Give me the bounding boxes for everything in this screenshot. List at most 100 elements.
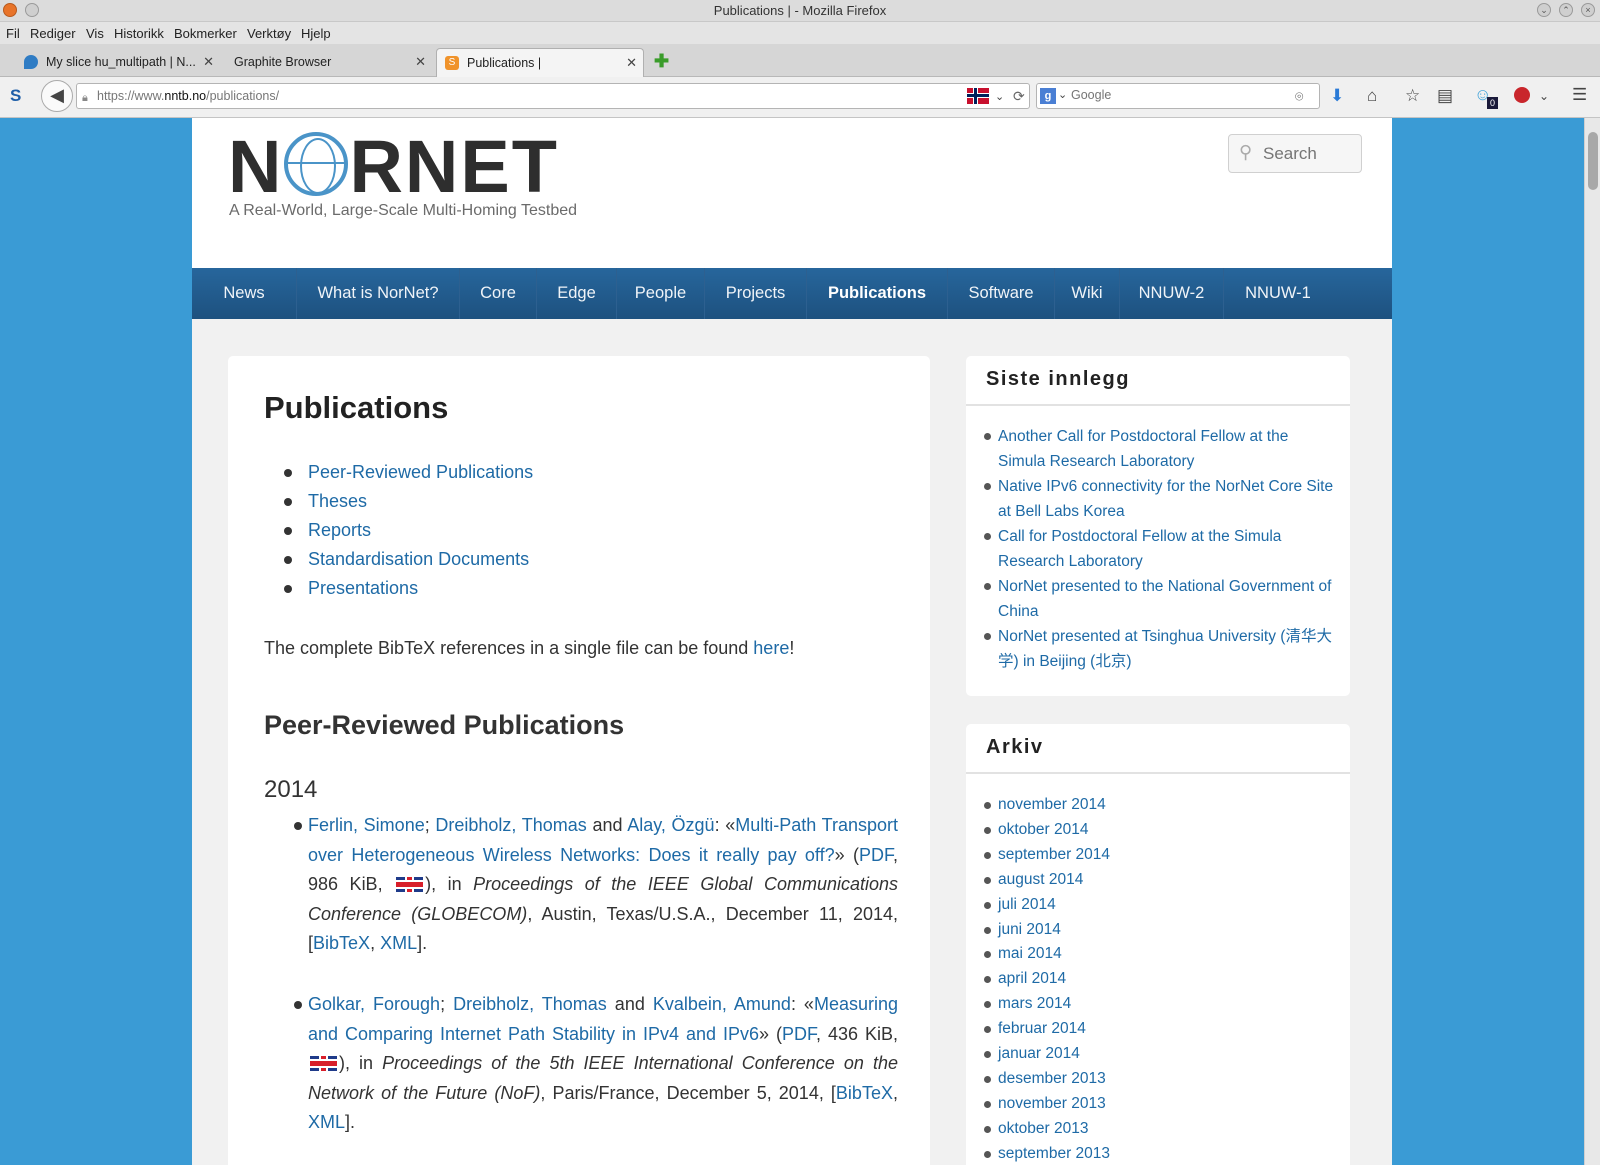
tab-publications[interactable]: S Publications | ✕ (436, 48, 644, 77)
tab-my-slice[interactable]: My slice hu_multipath | N... ✕ (16, 48, 220, 77)
nav-nnuw-2[interactable]: NNUW-2 (1120, 268, 1224, 319)
author-link[interactable]: Ferlin, Simone (308, 815, 425, 835)
archive-link[interactable]: april 2014 (984, 967, 1338, 992)
nav-wiki[interactable]: Wiki (1055, 268, 1120, 319)
tab-close-icon[interactable]: ✕ (203, 54, 214, 70)
nav-what-is-nornet[interactable]: What is NorNet? (297, 268, 460, 319)
author-link[interactable]: Alay, Özgü (627, 815, 714, 835)
chevron-down-icon[interactable]: ⌄ (995, 87, 1004, 107)
archive-link[interactable]: desember 2013 (984, 1067, 1338, 1092)
menu-tools[interactable]: Verktøy (247, 26, 291, 41)
author-link[interactable]: Dreibholz, Thomas (435, 815, 586, 835)
bibtex-link[interactable]: BibTeX (313, 933, 370, 953)
menu-bookmarks[interactable]: Bokmerker (174, 26, 237, 41)
toc-link-presentations[interactable]: Presentations (283, 574, 533, 603)
archive-link[interactable]: oktober 2014 (984, 818, 1338, 843)
home-icon[interactable]: ⌂ (1367, 86, 1377, 106)
scrollbar-thumb[interactable] (1588, 132, 1598, 190)
norway-flag-icon[interactable] (967, 88, 989, 104)
archive-link[interactable]: januar 2014 (984, 1042, 1338, 1067)
recent-post-link[interactable]: Call for Postdoctoral Fellow at the Simu… (984, 524, 1338, 574)
maximize-button[interactable]: ⌃ (1559, 3, 1573, 17)
nornet-logo[interactable]: N RNET (228, 130, 559, 204)
archive-link[interactable]: mai 2014 (984, 942, 1338, 967)
nav-news[interactable]: News (192, 268, 297, 319)
bookmark-star-icon[interactable]: ☆ (1405, 86, 1420, 106)
drupal-icon (24, 55, 38, 69)
menu-view[interactable]: Vis (86, 26, 104, 41)
site-search-box[interactable]: ⚲ (1228, 134, 1362, 173)
archive-link[interactable]: juni 2014 (984, 918, 1338, 943)
menu-file[interactable]: Fil (6, 26, 20, 41)
author-link[interactable]: Golkar, Forough (308, 994, 440, 1014)
archive-link[interactable]: juli 2014 (984, 893, 1338, 918)
recent-post-link[interactable]: NorNet presented to the National Governm… (984, 574, 1338, 624)
widget-divider (966, 404, 1350, 406)
reading-list-icon[interactable]: ▤ (1437, 86, 1453, 106)
back-arrow-icon[interactable]: ◀ (41, 80, 73, 112)
menu-edit[interactable]: Rediger (30, 26, 76, 41)
toc-link-standardisation[interactable]: Standardisation Documents (283, 545, 533, 574)
toc-link-peer-reviewed[interactable]: Peer-Reviewed Publications (283, 458, 533, 487)
archive-link[interactable]: september 2014 (984, 843, 1338, 868)
pdf-link[interactable]: PDF (782, 1024, 816, 1044)
archive-link[interactable]: februar 2014 (984, 1017, 1338, 1042)
tab-close-icon[interactable]: ✕ (415, 54, 426, 70)
recent-post-link[interactable]: Another Call for Postdoctoral Fellow at … (984, 424, 1338, 474)
recent-post-link[interactable]: NorNet presented at Tsinghua University … (984, 624, 1338, 674)
menu-help[interactable]: Hjelp (301, 26, 331, 41)
main-content: Publications Peer-Reviewed Publications … (228, 356, 930, 1165)
recent-posts-widget: Siste innlegg Another Call for Postdocto… (966, 356, 1350, 696)
globe-icon (284, 132, 349, 196)
xml-link[interactable]: XML (308, 1112, 345, 1132)
tab-label: Publications | (467, 56, 542, 70)
site-search-input[interactable] (1263, 144, 1357, 164)
archive-link[interactable]: september 2013 (984, 1142, 1338, 1165)
bibtex-here-link[interactable]: here (753, 638, 789, 658)
sync-icon[interactable]: S (10, 86, 21, 106)
google-icon[interactable]: g (1040, 88, 1056, 104)
menu-history[interactable]: Historikk (114, 26, 164, 41)
minimize-button[interactable]: ⌄ (1537, 3, 1551, 17)
navigation-toolbar: S ◀ 🔒︎ https://www.nntb.no/publications/… (0, 77, 1600, 118)
nav-software[interactable]: Software (948, 268, 1055, 319)
tab-graphite[interactable]: Graphite Browser ✕ (220, 48, 432, 77)
author-link[interactable]: Kvalbein, Amund (653, 994, 791, 1014)
archive-link[interactable]: november 2013 (984, 1092, 1338, 1117)
toc-link-theses[interactable]: Theses (283, 487, 533, 516)
nav-projects[interactable]: Projects (705, 268, 807, 319)
reload-icon[interactable]: ⟳ (1013, 86, 1025, 106)
nav-nnuw-1[interactable]: NNUW-1 (1224, 268, 1332, 319)
hamburger-menu-icon[interactable]: ☰ (1572, 85, 1587, 105)
archive-link[interactable]: mars 2014 (984, 992, 1338, 1017)
binoculars-icon[interactable]: ⌾ (1295, 86, 1303, 106)
page-title: Publications (264, 390, 449, 425)
nav-core[interactable]: Core (460, 268, 537, 319)
chevron-down-icon[interactable]: ⌄ (1058, 85, 1067, 105)
archive-link[interactable]: november 2014 (984, 793, 1338, 818)
nav-publications[interactable]: Publications (807, 268, 948, 319)
adblock-icon[interactable] (1514, 87, 1530, 103)
site-header: N RNET A Real-World, Large-Scale Multi-Ho… (192, 118, 1392, 268)
author-link[interactable]: Dreibholz, Thomas (453, 994, 607, 1014)
chevron-down-icon[interactable]: ⌄ (1539, 86, 1549, 106)
browser-search-input[interactable] (1071, 88, 1291, 102)
new-tab-plus-icon[interactable]: ✚ (654, 51, 669, 72)
recent-post-link[interactable]: Native IPv6 connectivity for the NorNet … (984, 474, 1338, 524)
nav-people[interactable]: People (617, 268, 705, 319)
archive-link[interactable]: oktober 2013 (984, 1117, 1338, 1142)
window-title: Publications | - Mozilla Firefox (713, 3, 887, 18)
year-heading: 2014 (264, 776, 318, 803)
download-icon[interactable]: ⬇ (1330, 86, 1344, 106)
browser-search-box[interactable]: g ⌄ ⌾ (1036, 83, 1320, 109)
toc-link-reports[interactable]: Reports (283, 516, 533, 545)
bibtex-link[interactable]: BibTeX (836, 1083, 893, 1103)
nav-edge[interactable]: Edge (537, 268, 617, 319)
xml-link[interactable]: XML (380, 933, 417, 953)
address-bar[interactable]: 🔒︎ https://www.nntb.no/publications/ ⌄ ⟳ (76, 83, 1030, 109)
tab-close-icon[interactable]: ✕ (626, 55, 637, 71)
close-window-button[interactable]: × (1581, 3, 1595, 17)
page-scrollbar[interactable] (1584, 118, 1600, 1165)
pdf-link[interactable]: PDF (859, 845, 893, 865)
archive-link[interactable]: august 2014 (984, 868, 1338, 893)
